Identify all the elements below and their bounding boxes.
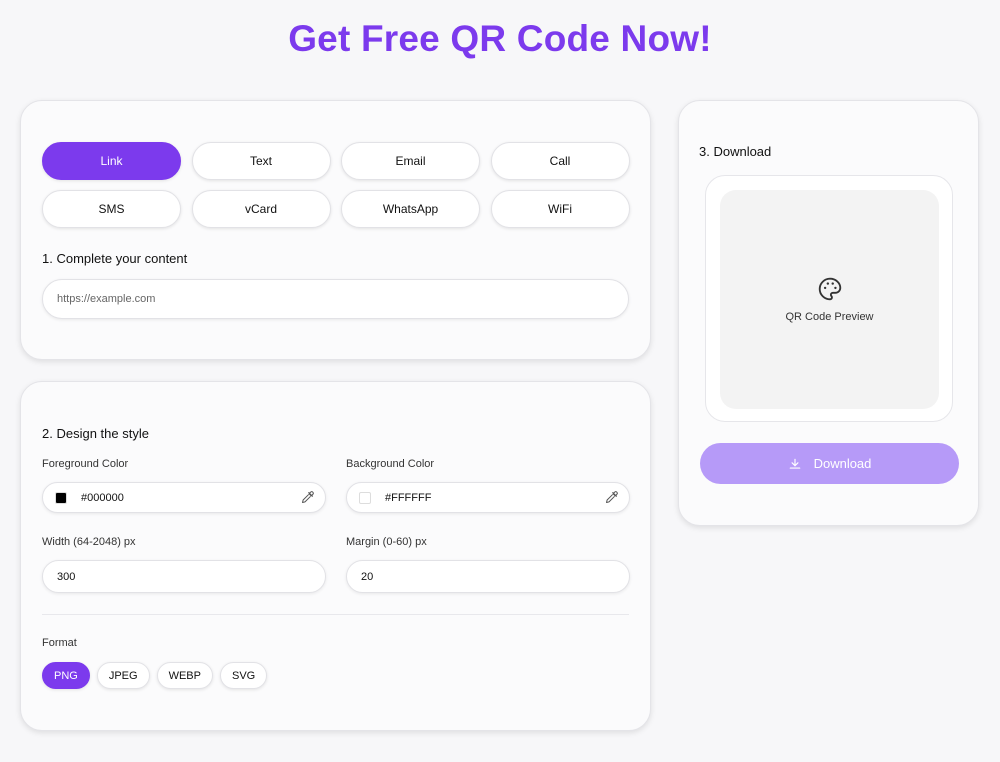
download-button[interactable]: Download	[700, 443, 959, 484]
foreground-color-field[interactable]: #000000	[42, 482, 326, 513]
download-button-label: Download	[813, 456, 872, 471]
download-card: 3. Download QR Code Preview Download	[678, 100, 979, 526]
background-color-value: #FFFFFF	[385, 491, 432, 504]
format-label: Format	[42, 637, 77, 649]
background-color-field[interactable]: #FFFFFF	[346, 482, 630, 513]
type-button-email[interactable]: Email	[341, 142, 480, 180]
qr-preview-frame: QR Code Preview	[705, 175, 953, 422]
palette-icon	[818, 277, 842, 301]
eyedropper-icon[interactable]	[604, 490, 619, 505]
format-button-png[interactable]: PNG	[42, 662, 90, 689]
type-button-call[interactable]: Call	[490, 142, 630, 180]
type-button-sms[interactable]: SMS	[42, 190, 181, 228]
format-button-webp[interactable]: WEBP	[156, 662, 213, 689]
margin-input[interactable]	[346, 560, 630, 593]
download-icon	[789, 458, 800, 469]
type-button-link[interactable]: Link	[42, 142, 181, 180]
divider	[42, 614, 629, 615]
format-button-jpeg[interactable]: JPEG	[96, 662, 150, 689]
foreground-color-swatch[interactable]	[55, 491, 67, 504]
foreground-color-label: Foreground Color	[42, 458, 129, 470]
type-button-wifi[interactable]: WiFi	[490, 190, 630, 228]
width-label: Width (64-2048) px	[42, 536, 136, 548]
qr-preview-text: QR Code Preview	[785, 311, 874, 323]
content-url-input[interactable]	[42, 279, 629, 319]
format-options: PNG JPEG WEBP SVG	[42, 662, 268, 689]
content-heading: 1. Complete your content	[42, 251, 188, 266]
content-type-grid: Link Text Email Call SMS vCard WhatsApp …	[42, 142, 630, 228]
page-title: Get Free QR Code Now!	[288, 18, 712, 59]
eyedropper-icon[interactable]	[300, 490, 315, 505]
qr-preview-placeholder: QR Code Preview	[720, 190, 939, 409]
margin-label: Margin (0-60) px	[346, 536, 427, 548]
content-card: Link Text Email Call SMS vCard WhatsApp …	[20, 100, 651, 360]
download-heading: 3. Download	[699, 144, 772, 159]
type-button-vcard[interactable]: vCard	[191, 190, 331, 228]
style-card: 2. Design the style Foreground Color Bac…	[20, 381, 651, 731]
format-button-svg[interactable]: SVG	[219, 662, 268, 689]
background-color-label: Background Color	[346, 458, 435, 470]
type-button-whatsapp[interactable]: WhatsApp	[341, 190, 480, 228]
style-heading: 2. Design the style	[42, 426, 149, 441]
width-input[interactable]	[42, 560, 326, 593]
type-button-text[interactable]: Text	[191, 142, 331, 180]
background-color-swatch[interactable]	[359, 491, 371, 504]
foreground-color-value: #000000	[81, 491, 124, 504]
